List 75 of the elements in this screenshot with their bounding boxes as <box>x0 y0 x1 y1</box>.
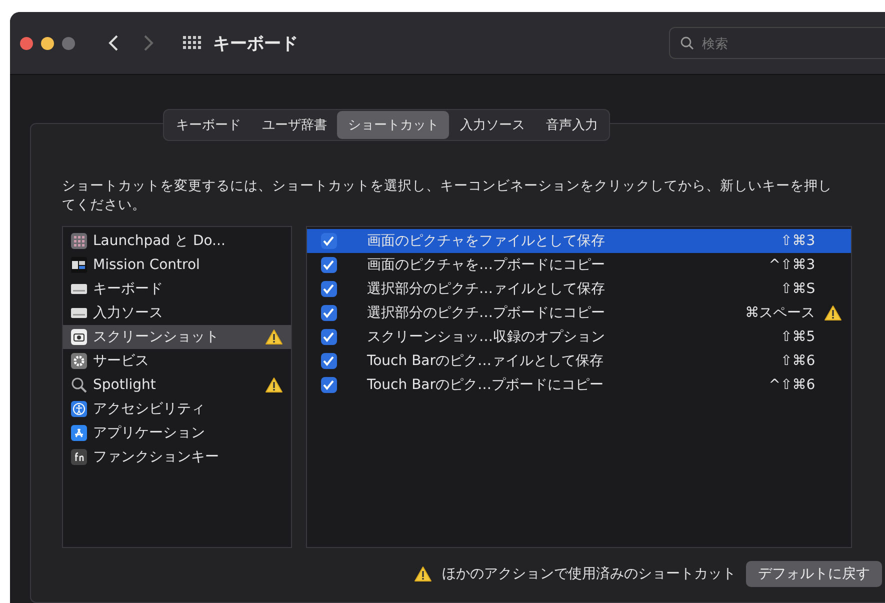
shortcut-row[interactable]: 選択部分のピクチ…プボードにコピー ⌘スペース <box>307 301 851 325</box>
key-combination: ⇧⌘5 <box>780 329 816 345</box>
tab[interactable]: 入力ソース <box>449 111 535 139</box>
category-item[interactable]: スクリーンショット <box>63 325 291 349</box>
checkbox[interactable] <box>321 305 337 321</box>
close-button[interactable] <box>20 36 33 50</box>
search-field[interactable]: 検索 <box>669 27 885 59</box>
category-item[interactable]: Mission Control <box>63 253 291 277</box>
shortcut-row[interactable]: 画面のピクチャをファイルとして保存 ⇧⌘3 <box>307 229 851 253</box>
checkbox[interactable] <box>321 233 337 249</box>
warning-icon <box>824 305 842 321</box>
tab[interactable]: キーボード <box>165 111 251 139</box>
checkbox[interactable] <box>321 377 337 393</box>
accessibility-icon <box>71 401 87 417</box>
shortcut-row[interactable]: 画面のピクチャを…プボードにコピー ^⇧⌘3 <box>307 253 851 277</box>
category-item[interactable]: キーボード <box>63 277 291 301</box>
tab[interactable]: 音声入力 <box>535 111 608 139</box>
checkmark-icon <box>323 260 334 270</box>
checkmark-icon <box>323 332 334 342</box>
minimize-button[interactable] <box>41 36 54 50</box>
window-title: キーボード <box>213 32 298 54</box>
shortcut-row[interactable]: Touch Barのピク…プボードにコピー ^⇧⌘6 <box>307 373 851 397</box>
warning-icon <box>265 377 283 393</box>
action-label: 画面のピクチャを…プボードにコピー <box>366 256 606 274</box>
tab[interactable]: ショートカット <box>337 111 449 139</box>
windows-icon <box>71 257 87 273</box>
shortcut-row[interactable]: 選択部分のピクチ…ァイルとして保存 ⇧⌘S <box>307 277 851 301</box>
fn-key-icon <box>71 449 87 465</box>
checkmark-icon <box>323 308 334 318</box>
zoom-button[interactable] <box>62 36 75 50</box>
grid-icon[interactable] <box>183 36 201 50</box>
instructions-text: ショートカットを変更するには、ショートカットを選択し、キーコンビネーションをクリックしてから、新しいキーを押してください。 <box>62 177 833 215</box>
gear-icon <box>71 353 87 369</box>
warning-icon <box>265 329 283 345</box>
shortcut-row[interactable]: Touch Barのピク…ァイルとして保存 ⇧⌘6 <box>307 349 851 373</box>
key-combination: ⇧⌘S <box>780 281 816 297</box>
warning-icon <box>414 566 432 582</box>
action-label: 画面のピクチャをファイルとして保存 <box>366 232 606 250</box>
search-icon <box>680 36 694 50</box>
shortcut-row[interactable]: スクリーンショッ…収録のオプション ⇧⌘5 <box>307 325 851 349</box>
checkbox[interactable] <box>321 329 337 345</box>
search-field[interactable]: 検索 <box>700 34 854 52</box>
key-combination: ^⇧⌘3 <box>768 257 816 273</box>
checkmark-icon <box>323 236 334 246</box>
category-item[interactable]: 入力ソース <box>63 301 291 325</box>
tab[interactable]: ユーザ辞書 <box>251 111 337 139</box>
camera-icon <box>71 329 87 345</box>
keyboard-icon <box>71 305 87 321</box>
action-label: Touch Barのピク…ァイルとして保存 <box>366 352 605 370</box>
app-store-icon <box>71 425 87 441</box>
category-item[interactable]: Launchpad と Do... <box>63 229 291 253</box>
checkbox[interactable] <box>321 257 337 273</box>
checkmark-icon <box>323 284 334 294</box>
checkmark-icon <box>323 380 334 390</box>
category-item[interactable]: サービス <box>63 349 291 373</box>
category-item[interactable]: ファンクションキー <box>63 445 291 469</box>
checkbox[interactable] <box>321 281 337 297</box>
key-combination: ⇧⌘3 <box>780 233 816 249</box>
action-label: スクリーンショッ…収録のオプション <box>366 328 606 346</box>
grid-icon <box>71 233 87 249</box>
legend-text: ほかのアクションで使用済みのショートカット <box>442 565 736 583</box>
checkmark-icon <box>323 356 334 366</box>
key-combination: ⌘スペース <box>744 304 816 322</box>
checkbox[interactable] <box>321 353 337 369</box>
key-combination: ⇧⌘6 <box>780 353 816 369</box>
action-label: Touch Barのピク…プボードにコピー <box>366 376 605 394</box>
restore-defaults-button[interactable]: デフォルトに戻す <box>746 561 882 587</box>
search-icon <box>71 377 87 393</box>
category-item[interactable]: アクセシビリティ <box>63 397 291 421</box>
key-combination: ^⇧⌘6 <box>768 377 816 393</box>
action-label: 選択部分のピクチ…プボードにコピー <box>366 304 606 322</box>
action-label: 選択部分のピクチ…ァイルとして保存 <box>366 280 606 298</box>
keyboard-icon <box>71 281 87 297</box>
category-item[interactable]: アプリケーション <box>63 421 291 445</box>
category-item[interactable]: Spotlight <box>63 373 291 397</box>
